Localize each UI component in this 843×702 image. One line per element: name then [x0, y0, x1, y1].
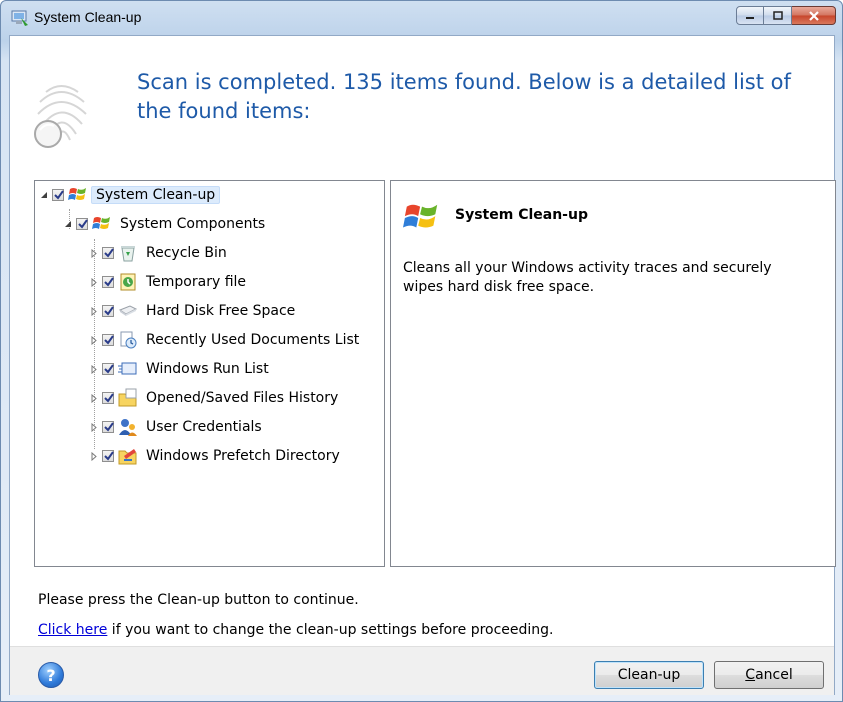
user-credentials-icon [119, 419, 137, 436]
settings-hint-text: if you want to change the clean-up setti… [107, 622, 554, 638]
recycle-bin-icon [121, 246, 135, 262]
expand-arrow-icon[interactable] [89, 364, 99, 374]
expand-arrow-icon[interactable] [89, 393, 99, 403]
close-button[interactable] [792, 6, 836, 25]
details-title: System Clean-up [455, 207, 588, 223]
expand-arrow-icon[interactable] [89, 277, 99, 287]
cancel-button[interactable]: Cancel [714, 661, 824, 689]
expand-arrow-icon[interactable] [89, 306, 99, 316]
folder-history-icon [118, 388, 137, 407]
windows-logo-icon [68, 188, 86, 200]
minimize-icon [746, 16, 754, 19]
cancel-label-rest: ancel [755, 667, 793, 683]
window-title: System Clean-up [34, 9, 142, 25]
expand-arrow-icon[interactable] [89, 335, 99, 345]
details-description: Cleans all your Windows activity traces … [403, 260, 772, 295]
expand-arrow-icon[interactable] [89, 422, 99, 432]
item-label: Recycle Bin [146, 245, 227, 261]
recent-documents-icon [120, 331, 137, 349]
item-label: Temporary file [146, 274, 247, 290]
tree-node-root-label: System Clean-up [91, 186, 221, 204]
windows-logo-icon [92, 217, 110, 229]
window-controls [736, 6, 836, 27]
tree-item-hard-disk[interactable]: Hard Disk Free Space [89, 299, 295, 323]
system-cleanup-window: System Clean-up Scan is completed. 135 i… [0, 0, 843, 702]
item-label: User Credentials [146, 419, 262, 435]
item-checkbox[interactable] [102, 305, 114, 317]
item-label: Hard Disk Free Space [146, 303, 296, 319]
settings-hint: Click here if you want to change the cle… [38, 622, 554, 638]
cleanup-button[interactable]: Clean-up [594, 661, 704, 689]
maximize-icon [772, 11, 783, 20]
run-list-icon [118, 362, 137, 375]
item-checkbox[interactable] [102, 392, 114, 404]
system-components-checkbox[interactable] [76, 218, 88, 230]
item-checkbox[interactable] [102, 247, 114, 259]
dialog-content: Scan is completed. 135 items found. Belo… [9, 35, 836, 695]
item-checkbox[interactable] [102, 363, 114, 375]
tree-item-run-list[interactable]: Windows Run List [89, 357, 269, 381]
temporary-file-icon [120, 273, 136, 291]
item-label: Opened/Saved Files History [146, 390, 339, 406]
dialog-footer: ? Clean-up Cancel [10, 646, 834, 695]
windows-logo-icon [403, 204, 438, 228]
help-icon[interactable]: ? [38, 662, 64, 688]
tree-item-user-credentials[interactable]: User Credentials [89, 415, 262, 439]
prefetch-directory-icon [118, 449, 137, 465]
item-checkbox[interactable] [102, 421, 114, 433]
hard-disk-icon [118, 305, 138, 316]
expand-arrow-icon[interactable] [89, 248, 99, 258]
tree-item-recent-documents[interactable]: Recently Used Documents List [89, 328, 359, 352]
tree-item-prefetch[interactable]: Windows Prefetch Directory [89, 444, 340, 468]
instruction-text: Please press the Clean-up button to cont… [38, 592, 359, 608]
item-checkbox[interactable] [102, 334, 114, 346]
item-label: Recently Used Documents List [146, 332, 360, 348]
tree-item-files-history[interactable]: Opened/Saved Files History [89, 386, 338, 410]
item-checkbox[interactable] [102, 450, 114, 462]
collapse-arrow-icon[interactable] [63, 219, 73, 229]
details-panel: System Clean-up Cleans all your Windows … [390, 180, 836, 567]
tree-node-system-components-label: System Components [120, 216, 266, 232]
scan-result-message: Scan is completed. 135 items found. Belo… [137, 70, 791, 123]
maximize-button[interactable] [764, 6, 792, 25]
item-label: Windows Run List [146, 361, 269, 377]
tree-item-temporary-file[interactable]: Temporary file [89, 270, 246, 294]
tree-node-system-components[interactable]: System Components [63, 212, 265, 236]
collapse-arrow-icon[interactable] [39, 190, 49, 200]
title-bar[interactable]: System Clean-up [1, 1, 842, 35]
cleanup-app-icon [11, 10, 28, 26]
tree-item-recycle-bin[interactable]: Recycle Bin [89, 241, 227, 265]
click-here-link[interactable]: Click here [38, 622, 107, 638]
item-checkbox[interactable] [102, 276, 114, 288]
item-label: Windows Prefetch Directory [146, 448, 340, 464]
root-checkbox[interactable] [52, 189, 64, 201]
cleanup-tree[interactable]: System Clean-up System Components Recycl… [34, 180, 385, 567]
expand-arrow-icon[interactable] [89, 451, 99, 461]
minimize-button[interactable] [736, 6, 764, 25]
cancel-mnemonic: C [745, 667, 756, 683]
close-icon [808, 10, 819, 21]
tree-node-root[interactable]: System Clean-up [39, 183, 221, 207]
fingerprint-magnifier-icon [34, 85, 87, 148]
